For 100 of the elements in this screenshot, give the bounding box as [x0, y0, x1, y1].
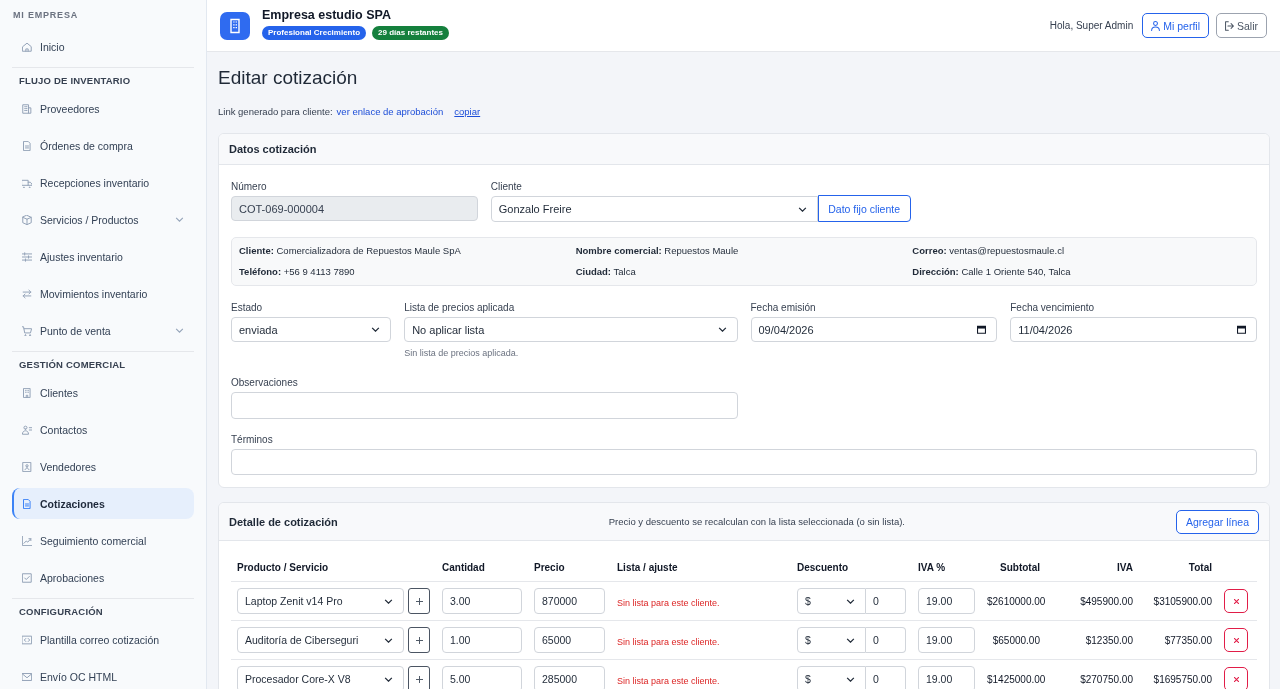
column-header: Producto / Servicio — [231, 553, 436, 582]
status-select[interactable]: enviada — [231, 317, 392, 342]
field-label: Fecha emisión — [750, 302, 817, 314]
date-field[interactable]: 11/04/2026 — [1010, 317, 1257, 342]
detail-note: Precio y descuento se recalculan con la lista seleccionada (o sin lista). — [608, 516, 905, 527]
section-title: MI EMPRESA — [12, 9, 79, 21]
delete-row-button[interactable] — [1224, 667, 1248, 689]
total-cell: $1695750.00 — [1139, 659, 1218, 689]
chevron-icon — [384, 598, 393, 604]
price-input[interactable]: 870000 — [534, 588, 605, 614]
logout-button[interactable]: Salir — [1216, 13, 1267, 38]
sidebar-item[interactable]: Inicio — [12, 31, 194, 62]
sidebar-item[interactable]: Órdenes de compra — [12, 130, 194, 161]
sidebar-item[interactable]: Movimientos inventario — [12, 278, 194, 309]
price-input[interactable]: 285000 — [534, 666, 605, 689]
plus-icon — [415, 597, 423, 605]
price-list-note: Sin lista para este cliente. — [617, 637, 720, 647]
cart-icon — [22, 325, 32, 336]
terms-field[interactable] — [231, 449, 1257, 475]
discount-input[interactable]: 0 — [866, 627, 906, 653]
delete-row-button[interactable] — [1224, 628, 1248, 652]
sidebar-item[interactable]: Recepciones inventario — [12, 167, 194, 198]
price-list-select[interactable]: No aplicar lista — [404, 317, 738, 342]
date-field[interactable]: 09/04/2026 — [750, 317, 998, 342]
client-detail: Nombre comercial: Repuestos Maule — [575, 245, 740, 257]
card-title: Detalle de cotización — [229, 515, 338, 528]
iva-rate-input[interactable]: 19.00 — [918, 627, 975, 653]
column-header: IVA — [1046, 553, 1139, 582]
discount-input[interactable]: 0 — [866, 588, 906, 614]
sidebar-item[interactable]: Plantilla correo cotización — [12, 624, 194, 655]
close-icon — [1233, 637, 1239, 643]
help-text: Sin lista de precios aplicada. — [404, 347, 520, 359]
sidebar-item[interactable]: Clientes — [12, 377, 194, 408]
client-data-button[interactable]: Dato fijo cliente — [817, 195, 911, 222]
column-header: Total — [1139, 553, 1218, 582]
sidebar-item[interactable]: Aprobaciones — [12, 562, 194, 593]
logout-icon — [1225, 20, 1234, 31]
sidebar-item[interactable]: Servicios / Productos — [12, 204, 194, 235]
chevron-icon — [846, 637, 855, 643]
sidebar-item[interactable]: Proveedores — [12, 93, 194, 124]
section-title: CONFIGURACIÓN — [18, 605, 104, 619]
field-label: Observaciones — [231, 377, 299, 389]
sidebar-item[interactable]: Cotizaciones — [12, 488, 194, 519]
sidebar-item[interactable]: Envío OC HTML — [12, 661, 194, 689]
profile-button[interactable]: Mi perfil — [1142, 13, 1209, 38]
discount-type-select[interactable]: $ — [797, 666, 866, 689]
total-cell: $3105900.00 — [1139, 581, 1218, 621]
close-icon — [1233, 676, 1239, 682]
iva-cell: $495900.00 — [1046, 581, 1139, 621]
copy-link[interactable]: copiar — [454, 106, 481, 118]
product-select[interactable]: Laptop Zenit v14 Pro — [237, 588, 404, 614]
subtotal-cell: $65000.00 — [981, 620, 1046, 660]
sidebar-item[interactable]: Seguimiento comercial — [12, 525, 194, 556]
chevron-icon — [371, 327, 381, 332]
chart-icon — [22, 535, 32, 546]
card-title: Datos cotización — [229, 143, 317, 155]
section-title: GESTIÓN COMERCIAL — [18, 358, 127, 372]
iva-rate-input[interactable]: 19.00 — [918, 666, 975, 689]
add-product-button[interactable] — [408, 666, 430, 689]
user-icon — [1151, 20, 1161, 31]
delete-row-button[interactable] — [1224, 589, 1248, 613]
calendar-icon — [977, 325, 987, 334]
building-icon — [22, 103, 32, 114]
quantity-input[interactable]: 3.00 — [442, 588, 522, 614]
approval-link[interactable]: ver enlace de aprobación — [336, 106, 444, 118]
add-line-button[interactable]: Agregar línea — [1175, 509, 1259, 534]
client-select[interactable]: Gonzalo Freire — [490, 196, 818, 222]
quantity-input[interactable]: 1.00 — [442, 627, 522, 653]
price-list-note: Sin lista para este cliente. — [617, 676, 720, 686]
calendar-icon — [1237, 325, 1246, 334]
plus-icon — [415, 675, 423, 683]
home-icon — [22, 41, 32, 52]
field-label: Número — [231, 181, 268, 193]
add-product-button[interactable] — [408, 627, 430, 653]
discount-type-select[interactable]: $ — [797, 627, 866, 653]
id-card-icon — [22, 461, 32, 472]
quantity-input[interactable]: 5.00 — [442, 666, 522, 689]
product-select[interactable]: Auditoría de Ciberseguri — [237, 627, 404, 653]
price-list-note: Sin lista para este cliente. — [617, 598, 720, 608]
sidebar-item[interactable]: Contactos — [12, 414, 194, 445]
sidebar-item[interactable]: Punto de venta — [12, 315, 194, 346]
status-badge: 29 días restantes — [372, 25, 449, 40]
truck-icon — [22, 177, 32, 188]
section-title: FLUJO DE INVENTARIO — [18, 74, 132, 88]
price-input[interactable]: 65000 — [534, 627, 605, 653]
discount-type-select[interactable]: $ — [797, 588, 866, 614]
building-icon — [220, 11, 250, 40]
subtotal-cell: $2610000.00 — [981, 581, 1046, 621]
product-select[interactable]: Procesador Core-X V8 — [237, 666, 404, 689]
chevron-icon — [717, 327, 727, 332]
client-detail: Cliente: Comercializadora de Repuestos Maule SpA — [239, 245, 462, 257]
add-product-button[interactable] — [408, 588, 430, 614]
client-detail: Dirección: Calle 1 Oriente 540, Talca — [912, 266, 1072, 278]
sidebar-item[interactable]: Ajustes inventario — [12, 241, 194, 272]
discount-input[interactable]: 0 — [866, 666, 906, 689]
sliders-icon — [22, 251, 32, 262]
observations-field[interactable] — [231, 392, 738, 419]
column-header: Descuento — [791, 553, 912, 582]
sidebar-item[interactable]: Vendedores — [12, 451, 194, 482]
iva-rate-input[interactable]: 19.00 — [918, 588, 975, 614]
